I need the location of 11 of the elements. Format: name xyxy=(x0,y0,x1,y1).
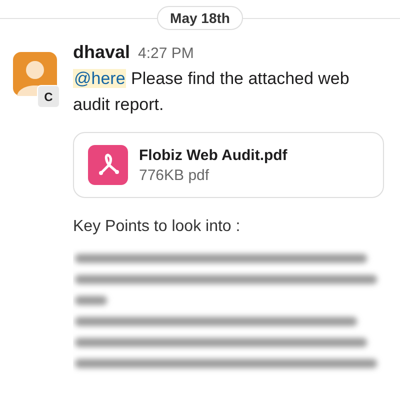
message-text: @here Please find the attached web audit report. xyxy=(73,68,350,116)
file-name: Flobiz Web Audit.pdf xyxy=(139,146,288,164)
mention-link[interactable]: @here xyxy=(73,69,126,88)
pdf-icon xyxy=(88,145,128,185)
message-heading: Key Points to look into : xyxy=(73,218,242,236)
timestamp[interactable]: 4:27 PM xyxy=(138,45,194,62)
author-name[interactable]: dhaval xyxy=(73,42,130,63)
date-divider[interactable]: May 18th xyxy=(157,6,243,30)
avatar-badge: C xyxy=(37,85,60,108)
file-attachment[interactable]: Flobiz Web Audit.pdf 776KB pdf xyxy=(73,132,384,198)
file-meta: 776KB pdf xyxy=(139,166,210,184)
